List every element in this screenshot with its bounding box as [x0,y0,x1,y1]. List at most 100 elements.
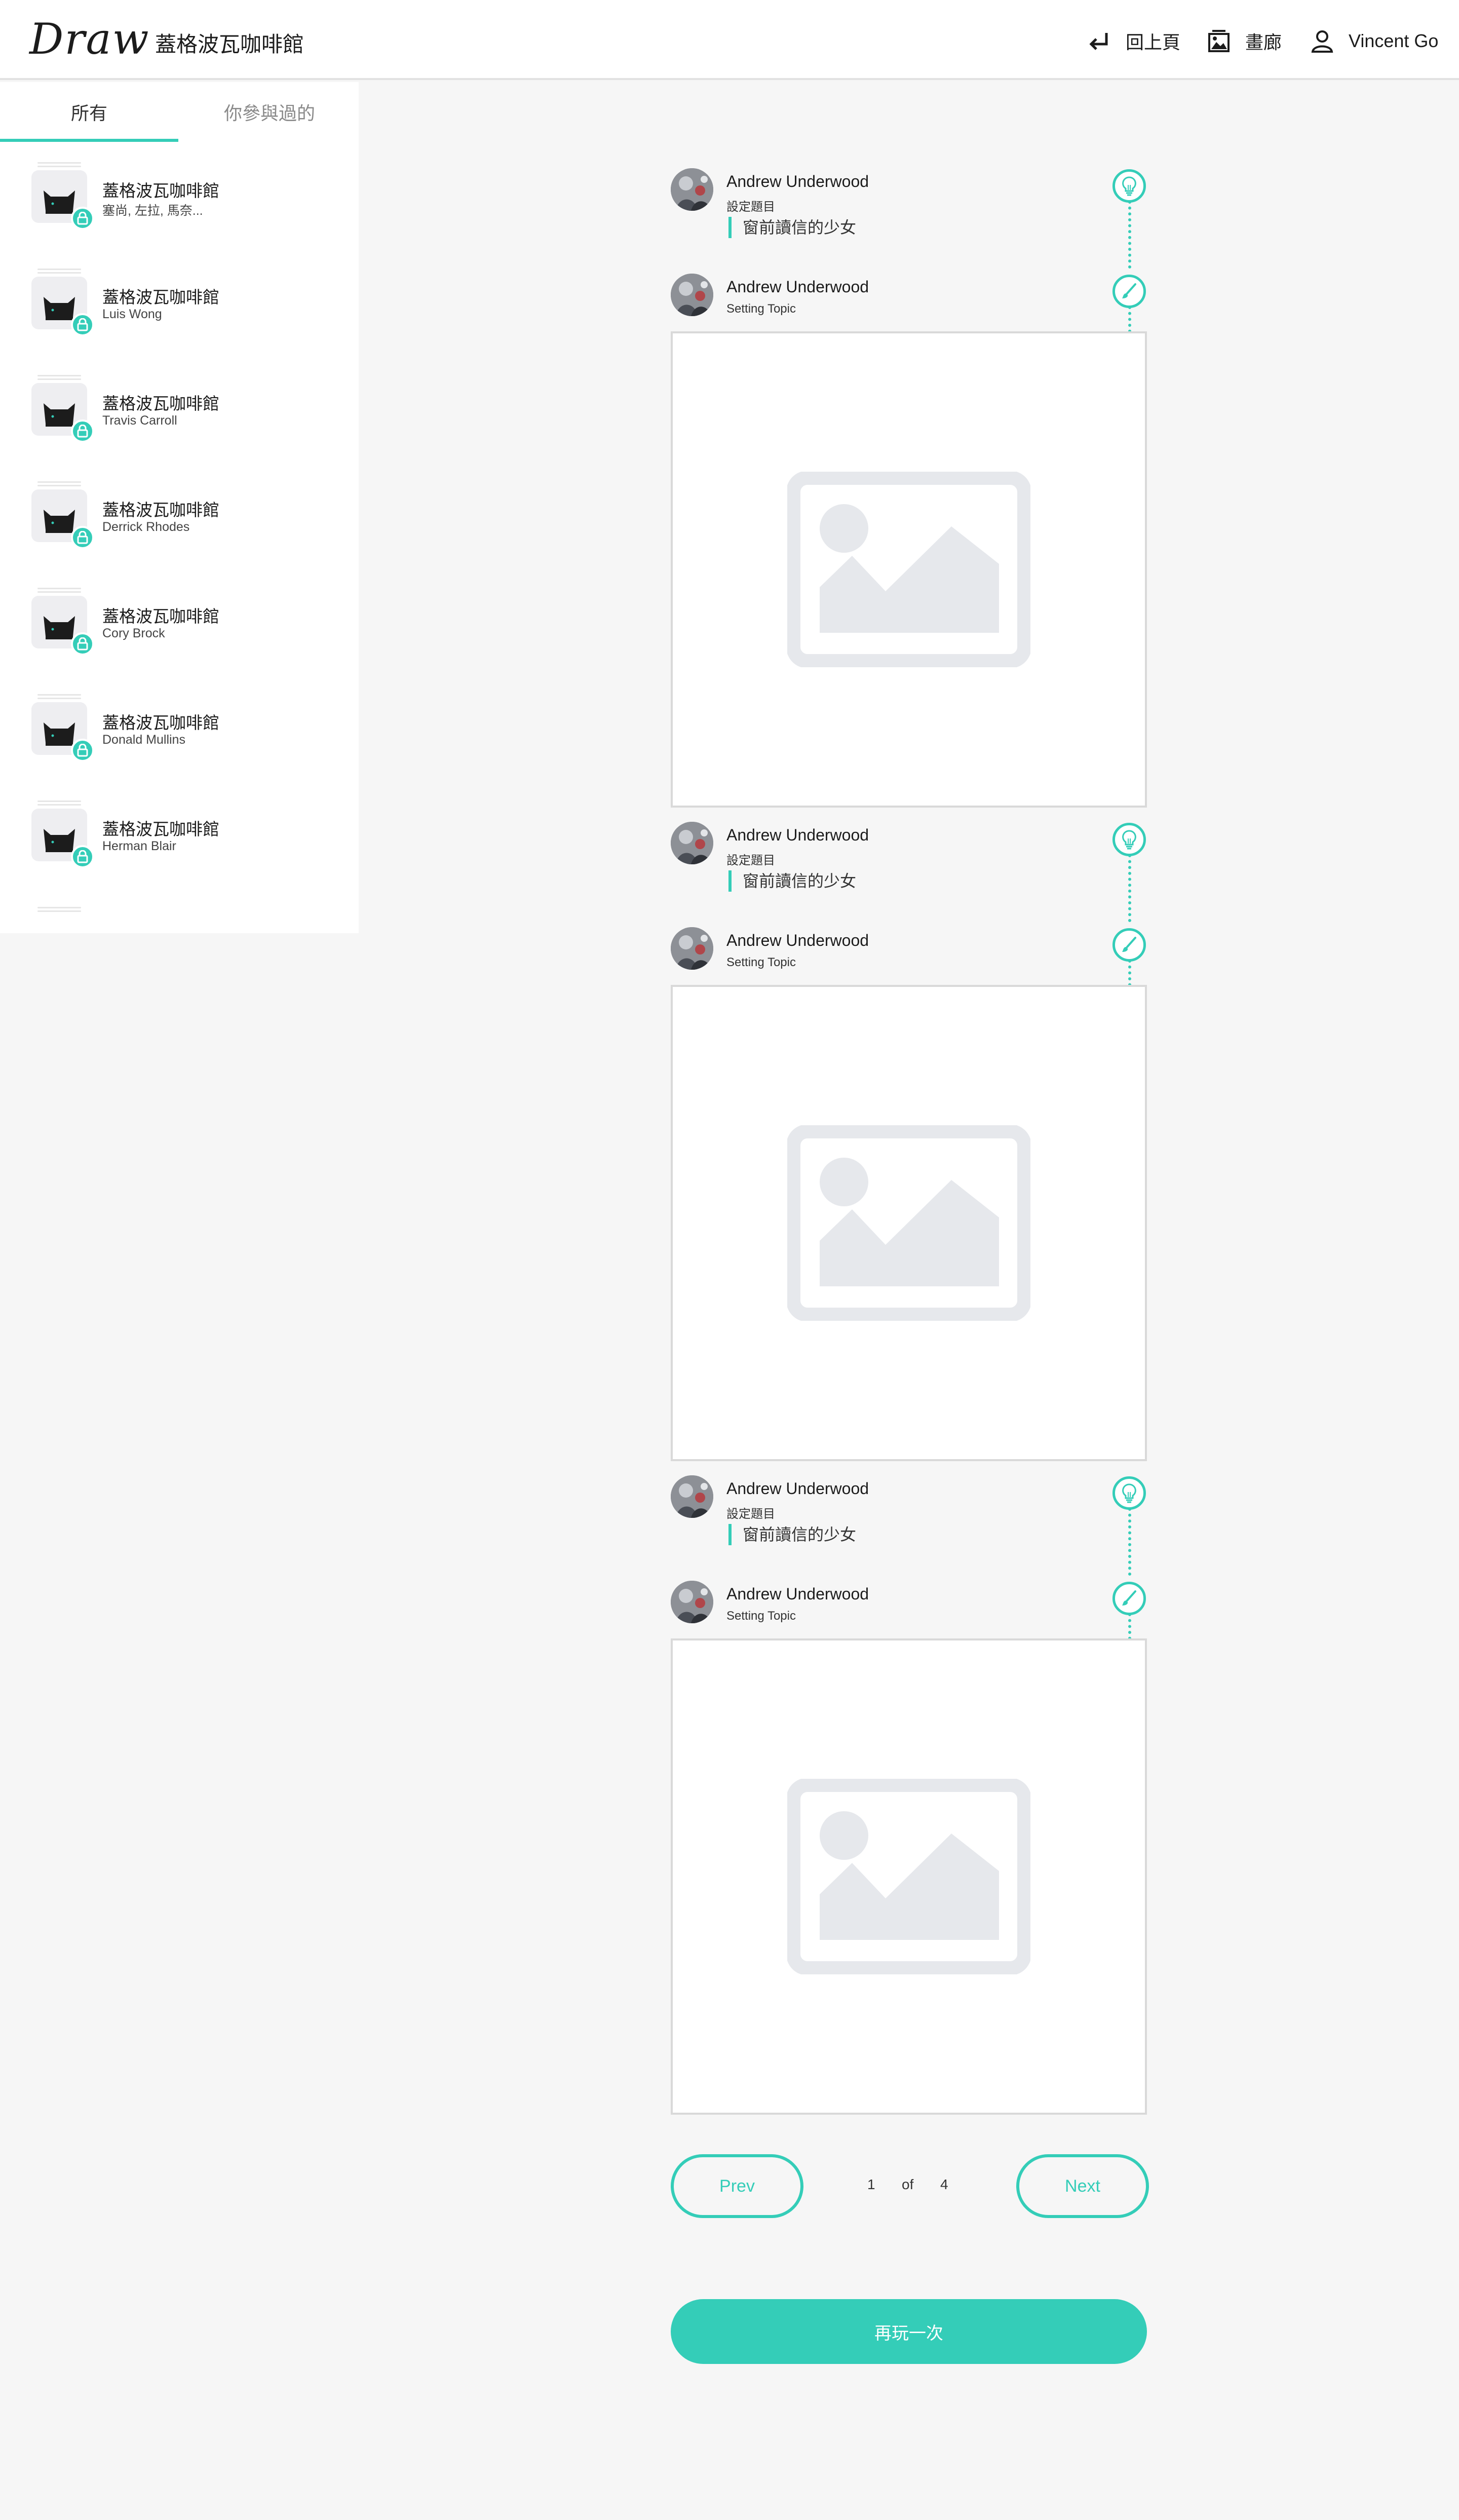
back-label: 回上頁 [1126,32,1181,53]
card-stack-line [37,269,81,270]
lock-icon [77,637,88,651]
room-item[interactable]: 蓋格波瓦咖啡館 Donald Mullins [0,674,359,780]
room-name: 蓋格波瓦咖啡館 [102,820,219,838]
total-pages: 4 [940,2177,948,2192]
room-name: 蓋格波瓦咖啡館 [102,713,219,732]
room-players: Herman Blair [102,839,176,853]
page-title: 蓋格波瓦咖啡館 [155,32,304,56]
prev-button[interactable]: Prev [671,2154,803,2218]
room-thumbnail [31,588,94,656]
avatar-image [671,168,713,211]
pagination: Prev 1 of 4 Next [671,2154,1149,2218]
lock-icon [77,212,88,225]
room-item[interactable]: 蓋格波瓦咖啡館 塞尚, 左拉, 馬奈... [0,142,359,248]
card-stack-line [37,272,81,274]
entry-type-label: 設定題目 [726,854,775,867]
lock-badge [71,419,94,443]
image-placeholder-icon [787,1779,1030,1974]
topic-marker [1112,823,1146,856]
topic-entry: Andrew Underwood 設定題目窗前讀信的少女 [671,1469,1147,1555]
topic-marker [1112,169,1146,203]
tab-all[interactable]: 所有 [0,82,178,142]
card-stack-line [37,694,81,696]
app-logo[interactable]: Draw [29,14,149,64]
drawing-canvas[interactable] [671,985,1147,1461]
room-thumbnail [31,481,94,549]
player-name: Andrew Underwood [726,1479,869,1498]
next-button[interactable]: Next [1016,2154,1149,2218]
entry-type-label: 設定題目 [726,1507,775,1521]
avatar-image [671,274,713,316]
topic-text: 窗前讀信的少女 [728,217,856,238]
lock-icon [77,850,88,863]
drawing-entry: Andrew Underwood Setting Topic [671,921,1147,977]
gallery-label: 畫廊 [1245,32,1282,53]
lock-badge [71,632,94,656]
entry-type-label: 設定題目 [726,200,775,214]
cat-icon [44,722,75,746]
card-stack-line [37,166,81,167]
room-item[interactable]: 蓋格波瓦咖啡館 Cory Brock [0,567,359,674]
page-of-label: of [902,2177,914,2192]
room-thumbnail [31,907,87,933]
entry-type-label: Setting Topic [726,956,796,969]
room-item[interactable]: 蓋格波瓦咖啡館 Derrick Rhodes [0,461,359,567]
drawing-canvas[interactable] [671,1638,1147,2115]
card-stack-line [37,591,81,593]
room-thumbnail [31,162,94,230]
image-placeholder-icon [787,1125,1030,1321]
card-stack-line [37,481,81,483]
drawing-entry: Andrew Underwood Setting Topic [671,268,1147,323]
cat-icon [44,190,75,214]
gallery-icon [1208,30,1230,52]
entry-type-label: Setting Topic [726,302,796,316]
brush-icon [1122,937,1136,952]
room-sidebar: 所有 你參與過的 蓋格波瓦咖啡館 塞尚, 左拉, 馬奈... 蓋格波瓦咖啡館 Luis… [0,82,359,933]
card-stack-line [37,162,81,164]
top-bar: Draw 蓋格波瓦咖啡館 回上頁 畫廊 Vincent Go [0,0,1459,80]
gallery-button[interactable]: 畫廊 [1208,25,1282,57]
room-thumbnail [31,694,94,762]
current-page: 1 [867,2177,875,2192]
lightbulb-icon [1122,1483,1136,1503]
entry-type-label: Setting Topic [726,1609,796,1623]
avatar-image [671,927,713,970]
drawing-entry: Andrew Underwood Setting Topic [671,1575,1147,1630]
room-thumbnail [31,269,94,336]
drawing-marker [1112,928,1146,962]
topic-text: 窗前讀信的少女 [728,870,856,892]
avatar [671,168,713,211]
lightbulb-icon [1122,830,1136,850]
avatar [671,274,713,316]
lock-badge [71,313,94,336]
room-item[interactable]: 蓋格波瓦咖啡館 Herman Blair [0,780,359,887]
user-menu[interactable]: Vincent Go [1311,25,1438,57]
card-stack-line [37,907,81,908]
back-button[interactable]: 回上頁 [1088,25,1180,57]
room-players: Cory Brock [102,626,165,640]
drawing-marker [1112,1582,1146,1615]
room-players: Travis Carroll [102,413,177,428]
cat-icon [44,297,75,320]
avatar-image [671,1475,713,1518]
card-stack-line [37,804,81,806]
brush-icon [1122,283,1136,298]
user-name: Vincent Go [1349,30,1439,51]
room-item[interactable]: 蓋格波瓦咖啡館 Luis Wong [0,248,359,355]
topic-entry: Andrew Underwood 設定題目 窗前讀信的少女 [671,816,1147,902]
card-stack-line [37,485,81,486]
tab-joined[interactable]: 你參與過的 [180,82,359,142]
avatar [671,822,713,864]
card-stack-line [37,588,81,589]
card-stack-line [37,375,81,376]
topic-text: 窗前讀信的少女 [728,1524,856,1545]
avatar [671,1581,713,1623]
return-arrow-icon [1089,33,1108,50]
room-name: 蓋格波瓦咖啡館 [102,288,219,307]
player-name: Andrew Underwood [726,1585,869,1603]
room-name: 蓋格波瓦咖啡館 [102,394,219,413]
room-players: 塞尚, 左拉, 馬奈... [102,204,203,218]
drawing-canvas[interactable] [671,331,1147,808]
room-item[interactable]: 蓋格波瓦咖啡館 Travis Carroll [0,355,359,461]
play-again-button[interactable]: 再玩一次 [671,2299,1147,2364]
